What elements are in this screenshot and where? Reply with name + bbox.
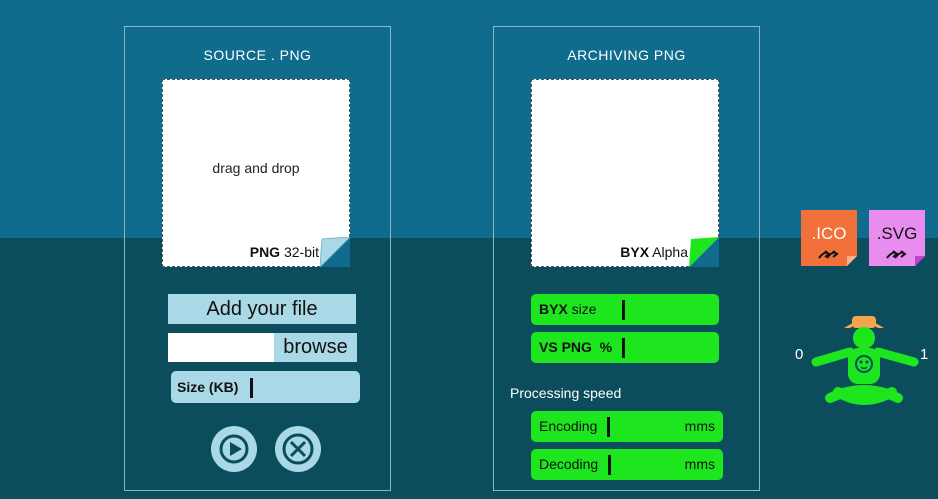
processing-speed-label: Processing speed: [510, 385, 622, 401]
archive-preview: BYX Alpha: [531, 79, 719, 267]
vs-png-field: VS PNG %: [531, 332, 719, 363]
archive-panel-title: ARCHIVING PNG: [567, 47, 686, 63]
source-panel: SOURCE . PNG drag and drop PNG 32-bit Ad…: [124, 26, 391, 491]
dropzone-text: drag and drop: [212, 160, 300, 176]
svg-label: .SVG: [876, 224, 918, 243]
file-path-input[interactable]: [168, 333, 274, 362]
decoding-cursor: [608, 455, 612, 476]
byx-size-field: BYX size: [531, 294, 719, 325]
page-fold-icon: [320, 237, 350, 267]
size-field: Size (KB): [171, 371, 360, 403]
forward-arrows-icon: [886, 250, 907, 259]
vs-png-cursor: [622, 338, 626, 359]
encoding-field: Encoding mms: [531, 411, 723, 442]
size-value-cursor: [250, 378, 254, 399]
add-file-button[interactable]: Add your file: [168, 294, 356, 324]
encoding-cursor: [607, 417, 611, 438]
ico-label: .ICO: [811, 224, 847, 243]
svg-export-button[interactable]: .SVG: [869, 210, 925, 266]
close-icon[interactable]: [275, 426, 321, 472]
source-panel-title: SOURCE . PNG: [203, 47, 312, 63]
forward-arrows-icon: [818, 250, 839, 259]
source-dropzone[interactable]: drag and drop PNG 32-bit: [162, 79, 350, 267]
byx-size-cursor: [622, 300, 626, 321]
ico-export-button[interactable]: .ICO: [801, 210, 857, 266]
mascot-icon[interactable]: [808, 312, 920, 408]
slider-min-label: 0: [795, 346, 804, 363]
source-format-label: PNG 32-bit: [249, 244, 319, 260]
browse-button[interactable]: browse: [274, 333, 357, 362]
slider-max-label: 1: [920, 346, 929, 363]
play-icon[interactable]: [211, 426, 257, 472]
archive-panel: ARCHIVING PNG BYX Alpha BYX size VS PNG …: [493, 26, 760, 491]
archive-format-label: BYX Alpha: [620, 244, 688, 260]
page-fold-icon: [689, 237, 719, 267]
decoding-field: Decoding mms: [531, 449, 723, 480]
